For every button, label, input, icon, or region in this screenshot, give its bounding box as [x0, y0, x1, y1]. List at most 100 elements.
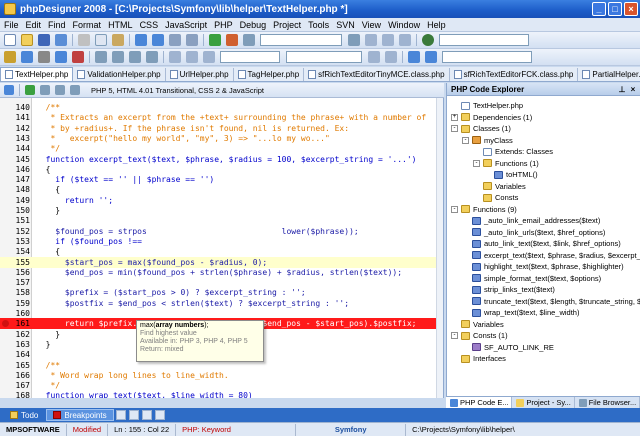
- outdent-icon[interactable]: [186, 51, 198, 63]
- menu-help[interactable]: Help: [427, 20, 446, 30]
- expand-toggle-icon[interactable]: +: [451, 113, 458, 121]
- tree-item[interactable]: simple_format_text($text, $options): [462, 273, 601, 284]
- print-icon[interactable]: [55, 85, 65, 95]
- tree-item[interactable]: truncate_text($text, $length, $truncate_…: [462, 296, 640, 307]
- messages-icon[interactable]: [128, 410, 139, 420]
- tab-project[interactable]: Project - Sy...: [512, 397, 575, 408]
- tab-texthelper[interactable]: TextHelper.php: [0, 67, 74, 81]
- tab-file-browser[interactable]: File Browser...: [575, 397, 640, 408]
- comment-icon[interactable]: [203, 51, 215, 63]
- tree-item[interactable]: + Dependencies (1): [451, 112, 532, 123]
- close-button[interactable]: ×: [624, 2, 638, 16]
- tab-breakpoints[interactable]: Breakpoints: [46, 409, 114, 421]
- tool-icon[interactable]: [408, 51, 420, 63]
- expand-toggle-icon[interactable]: -: [462, 136, 469, 144]
- code-line[interactable]: 168 function wrap_text($text, $line_widt…: [0, 390, 436, 398]
- doctype-selector[interactable]: PHP 5, HTML 4.01 Transitional, CSS 2 & J…: [91, 86, 264, 95]
- close-icon[interactable]: ×: [629, 85, 637, 94]
- tab-urlhelper[interactable]: UrlHelper.php: [166, 68, 234, 81]
- tree-item[interactable]: toHTML(): [484, 169, 538, 180]
- run-icon[interactable]: [209, 34, 221, 46]
- editor-scrollbar[interactable]: [436, 98, 443, 398]
- tree-item[interactable]: excerpt_text($text, $phrase, $radius, $e…: [462, 250, 640, 261]
- nav-icon[interactable]: [4, 85, 14, 95]
- debug-icon[interactable]: [226, 34, 238, 46]
- tool-icon[interactable]: [382, 34, 394, 46]
- tab-validationhelper[interactable]: ValidationHelper.php: [73, 68, 166, 81]
- font-combo[interactable]: [220, 51, 280, 63]
- form-icon[interactable]: [146, 51, 158, 63]
- italic-icon[interactable]: [21, 51, 33, 63]
- align-icon[interactable]: [55, 51, 67, 63]
- tool-icon[interactable]: [385, 51, 397, 63]
- tool-icon[interactable]: [425, 51, 437, 63]
- tree-item[interactable]: - Consts (1): [451, 330, 508, 341]
- maximize-button[interactable]: □: [608, 2, 622, 16]
- search-results-icon[interactable]: [141, 410, 152, 420]
- tree-item[interactable]: Interfaces: [451, 353, 506, 364]
- table-icon[interactable]: [95, 51, 107, 63]
- menu-edit[interactable]: Edit: [26, 20, 42, 30]
- indent-icon[interactable]: [169, 51, 181, 63]
- menu-tools[interactable]: Tools: [308, 20, 329, 30]
- expand-toggle-icon[interactable]: -: [451, 125, 458, 132]
- tool-icon[interactable]: [399, 34, 411, 46]
- tree-item[interactable]: TextHelper.php: [451, 100, 523, 111]
- menu-file[interactable]: File: [4, 20, 19, 30]
- tree-item[interactable]: - Functions (1): [473, 158, 539, 169]
- menu-css[interactable]: CSS: [140, 20, 159, 30]
- tree-item[interactable]: - myClass: [462, 135, 513, 146]
- globe-icon[interactable]: [422, 34, 434, 46]
- debug-output-icon[interactable]: [154, 410, 165, 420]
- underline-icon[interactable]: [38, 51, 50, 63]
- minimize-button[interactable]: _: [592, 2, 606, 16]
- code-editor[interactable]: 140 /** 141 * Extracts an excerpt from th…: [0, 98, 444, 398]
- tree-item[interactable]: _auto_link_urls($text, $href_options): [462, 227, 605, 238]
- tab-partialhelper[interactable]: PartialHelper.php: [578, 68, 640, 81]
- menu-project[interactable]: Project: [273, 20, 301, 30]
- link-icon[interactable]: [129, 51, 141, 63]
- color-icon[interactable]: [72, 51, 84, 63]
- tab-tinymce[interactable]: sfRichTextEditorTinyMCE.class.php: [304, 68, 450, 81]
- pin-icon[interactable]: ⊥: [618, 85, 626, 94]
- output-icon[interactable]: [115, 410, 126, 420]
- tab-todo[interactable]: Todo: [4, 409, 44, 421]
- menu-find[interactable]: Find: [48, 20, 66, 30]
- tree-item[interactable]: auto_link_text($text, $link, $href_optio…: [462, 238, 621, 249]
- menu-javascript[interactable]: JavaScript: [165, 20, 207, 30]
- tree-item[interactable]: wrap_text($text, $line_width): [462, 307, 579, 318]
- tab-fck[interactable]: sfRichTextEditorFCK.class.php: [450, 68, 579, 81]
- tree-item[interactable]: highlight_text($text, $phrase, $highligh…: [462, 261, 624, 272]
- tree-item[interactable]: Variables: [473, 181, 526, 192]
- tree-item[interactable]: Extends: Classes: [473, 146, 553, 157]
- tree-item[interactable]: Consts: [473, 192, 518, 203]
- tree-item[interactable]: SF_AUTO_LINK_RE: [462, 342, 554, 353]
- validate-icon[interactable]: [25, 85, 35, 95]
- new-file-icon[interactable]: [4, 34, 16, 46]
- paste-icon[interactable]: [112, 34, 124, 46]
- tree-item[interactable]: _auto_link_email_addresses($text): [462, 215, 600, 226]
- menu-debug[interactable]: Debug: [240, 20, 267, 30]
- save-icon[interactable]: [38, 34, 50, 46]
- url-combo[interactable]: [439, 34, 529, 46]
- cut-icon[interactable]: [78, 34, 90, 46]
- menu-svn[interactable]: SVN: [336, 20, 355, 30]
- tab-code-explorer[interactable]: PHP Code E...: [446, 397, 513, 408]
- image-icon[interactable]: [112, 51, 124, 63]
- tree-item[interactable]: - Functions (9): [451, 204, 517, 215]
- tab-taghelper[interactable]: TagHelper.php: [234, 68, 305, 81]
- copy-icon[interactable]: [95, 34, 107, 46]
- tool-icon[interactable]: [368, 51, 380, 63]
- find-icon[interactable]: [169, 34, 181, 46]
- settings-icon[interactable]: [70, 85, 80, 95]
- size-combo[interactable]: [286, 51, 362, 63]
- redo-icon[interactable]: [152, 34, 164, 46]
- tool-icon[interactable]: [365, 34, 377, 46]
- menu-view[interactable]: View: [362, 20, 381, 30]
- expand-toggle-icon[interactable]: -: [473, 159, 480, 167]
- options-icon[interactable]: [40, 85, 50, 95]
- bold-icon[interactable]: [4, 51, 16, 63]
- undo-icon[interactable]: [135, 34, 147, 46]
- function-combo[interactable]: [442, 51, 532, 63]
- expand-toggle-icon[interactable]: -: [451, 205, 458, 213]
